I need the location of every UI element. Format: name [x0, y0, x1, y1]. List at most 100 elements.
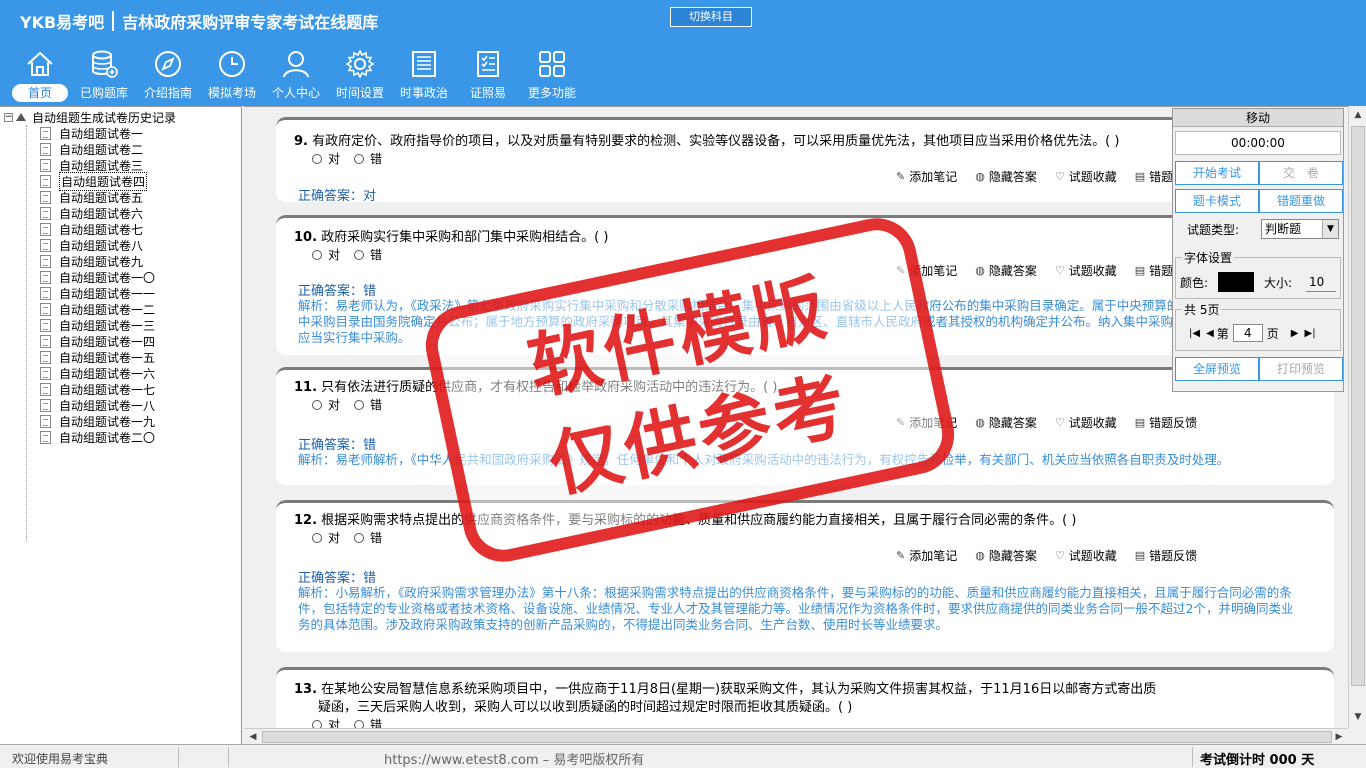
hide-answer-button[interactable]: ◍ 隐藏答案 — [975, 262, 1037, 279]
tree-item[interactable]: 自动组题试卷二 — [40, 141, 143, 157]
question-card: 13. 在某地公安局智慧信息系统采购项目中，一供应商于11月8日(星期一)获取采… — [276, 667, 1334, 728]
exam-control-panel: 移动 00:00:00 开始考试 交 卷 题卡模式 错题重做 试题类型: 判断题… — [1172, 108, 1344, 392]
question-text: 9. 有政府定价、政府指导价的项目，以及对质量有特别要求的检测、实验等仪器设备，… — [294, 134, 1120, 149]
tree-item[interactable]: 自动组题试卷一 — [40, 125, 143, 141]
scroll-left-icon[interactable]: ◀ — [246, 730, 260, 744]
tree-item[interactable]: 自动组题试卷六 — [40, 205, 143, 221]
document-icon — [40, 430, 51, 444]
option-false-radio[interactable] — [354, 153, 365, 164]
option-true-radio[interactable] — [312, 249, 322, 260]
tree-item[interactable]: 自动组题试卷一三 — [40, 317, 155, 333]
hide-answer-button[interactable]: ◍ 隐藏答案 — [975, 547, 1037, 564]
document-icon — [40, 414, 51, 428]
prev-page-icon[interactable]: ◀ — [1206, 328, 1214, 339]
tree-item[interactable]: 自动组题试卷一二 — [40, 301, 155, 317]
font-size-input[interactable]: 10 — [1306, 272, 1336, 292]
tree-item[interactable]: 自动组题试卷五 — [40, 189, 143, 205]
collapse-icon[interactable]: − — [4, 112, 13, 122]
tree-item[interactable]: 自动组题试卷四 — [40, 171, 148, 191]
tool-personal-center[interactable]: 个人中心 — [264, 48, 328, 104]
favorite-button[interactable]: ♡ 试题收藏 — [1055, 547, 1117, 564]
scroll-right-icon[interactable]: ▶ — [1332, 730, 1346, 744]
feedback-button[interactable]: ▤错题反馈 — [1135, 414, 1197, 431]
tree-item[interactable]: 自动组题试卷一四 — [40, 333, 155, 349]
tool-more[interactable]: 更多功能 — [520, 48, 584, 104]
option-false-radio[interactable] — [354, 249, 365, 260]
tool-home[interactable]: 首页 — [8, 48, 72, 104]
panel-title[interactable]: 移动 — [1173, 109, 1343, 127]
document-icon — [40, 366, 51, 380]
tool-current-affairs[interactable]: 时事政治 — [392, 48, 456, 104]
option-true-radio[interactable] — [312, 399, 322, 410]
tool-time-settings[interactable]: 时间设置 — [328, 48, 392, 104]
compass-icon — [136, 48, 200, 80]
brand: YKB易考吧 吉林政府采购评审专家考试在线题库 — [20, 9, 378, 33]
fullscreen-preview-button[interactable]: 全屏预览 — [1175, 357, 1259, 381]
print-preview-button[interactable]: 打印预览 — [1259, 357, 1343, 381]
option-true-radio[interactable] — [312, 153, 322, 164]
favorite-button[interactable]: ♡ 试题收藏 — [1055, 168, 1117, 185]
app-header: YKB易考吧 吉林政府采购评审专家考试在线题库 切换科目 首页 已购题库 介绍指… — [0, 0, 1366, 106]
heart-icon: ♡ — [1054, 264, 1065, 277]
option-false-label: 错 — [370, 718, 383, 728]
page-number-input[interactable]: 4 — [1232, 324, 1263, 342]
last-page-icon[interactable]: ▶| — [1305, 328, 1316, 339]
question-text-continued: 疑函，三天后采购人收到，采购人可以以收到质疑函的时间超过规定时限而拒收其质疑函。… — [318, 700, 853, 715]
feedback-button[interactable]: ▤错题反馈 — [1135, 547, 1197, 564]
option-true-radio[interactable] — [312, 719, 322, 728]
tree-item[interactable]: 自动组题试卷一八 — [40, 397, 155, 413]
color-picker[interactable] — [1218, 272, 1254, 292]
horizontal-scroll-thumb[interactable] — [262, 731, 1332, 743]
question-type-select[interactable]: 判断题 ▼ — [1261, 219, 1339, 239]
option-false-radio[interactable] — [354, 719, 365, 728]
redo-wrong-button[interactable]: 错题重做 — [1259, 189, 1343, 213]
tool-guide[interactable]: 介绍指南 — [136, 48, 200, 104]
next-page-icon[interactable]: ▶ — [1291, 328, 1299, 339]
start-exam-button[interactable]: 开始考试 — [1175, 161, 1259, 185]
document-icon — [40, 142, 51, 156]
hide-answer-button[interactable]: ◍ 隐藏答案 — [975, 414, 1037, 431]
document-icon — [40, 158, 51, 172]
horizontal-scrollbar[interactable]: ◀ ▶ — [244, 728, 1348, 744]
vertical-scroll-thumb[interactable] — [1351, 126, 1365, 686]
first-page-icon[interactable]: |◀ — [1189, 328, 1200, 339]
tool-mock-exam[interactable]: 模拟考场 — [200, 48, 264, 104]
tree-item[interactable]: 自动组题试卷七 — [40, 221, 143, 237]
tree-item[interactable]: 自动组题试卷一〇 — [40, 269, 155, 285]
tree-item[interactable]: 自动组题试卷八 — [40, 237, 143, 253]
tree-item[interactable]: 自动组题试卷一九 — [40, 413, 155, 429]
option-true-radio[interactable] — [312, 532, 322, 543]
tree-item[interactable]: 自动组题试卷九 — [40, 253, 143, 269]
option-false-radio[interactable] — [354, 399, 365, 410]
tool-purchased-banks[interactable]: 已购题库 — [72, 48, 136, 104]
hide-answer-button[interactable]: ◍ 隐藏答案 — [975, 168, 1037, 185]
vertical-scrollbar[interactable]: ▲ ▼ — [1348, 106, 1366, 728]
option-false-radio[interactable] — [354, 532, 365, 543]
tree-item[interactable]: 自动组题试卷一六 — [40, 365, 155, 381]
scroll-down-icon[interactable]: ▼ — [1351, 710, 1365, 724]
card-mode-button[interactable]: 题卡模式 — [1175, 189, 1259, 213]
switch-subject-button[interactable]: 切换科目 — [670, 7, 752, 27]
tool-certificate[interactable]: 证照易 — [456, 48, 520, 104]
submit-exam-button[interactable]: 交 卷 — [1259, 161, 1343, 185]
document-icon — [40, 318, 51, 332]
status-divider — [1192, 747, 1193, 767]
document-icon: ▤ — [1134, 264, 1146, 277]
add-note-button[interactable]: ✎添加笔记 — [896, 168, 957, 185]
tree-item-label: 自动组题试卷一一 — [59, 286, 156, 301]
tree-item[interactable]: 自动组题试卷一一 — [40, 285, 155, 301]
tree-root[interactable]: − 自动组题生成试卷历史记录 — [4, 109, 176, 125]
pager: |◀ ◀ 第 4 页 ▶ ▶| — [1186, 324, 1319, 342]
tool-label: 证照易 — [469, 86, 506, 100]
favorite-button[interactable]: ♡ 试题收藏 — [1055, 414, 1117, 431]
tree-item[interactable]: 自动组题试卷一五 — [40, 349, 155, 365]
favorite-button[interactable]: ♡ 试题收藏 — [1055, 262, 1117, 279]
document-icon — [40, 398, 51, 412]
option-true-label: 对 — [328, 152, 341, 166]
font-settings-group: 字体设置 颜色: 大小: 10 — [1175, 249, 1341, 299]
add-note-button[interactable]: ✎添加笔记 — [896, 547, 957, 564]
tree-item-label: 自动组题试卷六 — [59, 206, 144, 221]
scroll-up-icon[interactable]: ▲ — [1351, 108, 1365, 122]
tree-item[interactable]: 自动组题试卷二〇 — [40, 429, 155, 445]
tree-item[interactable]: 自动组题试卷一七 — [40, 381, 155, 397]
